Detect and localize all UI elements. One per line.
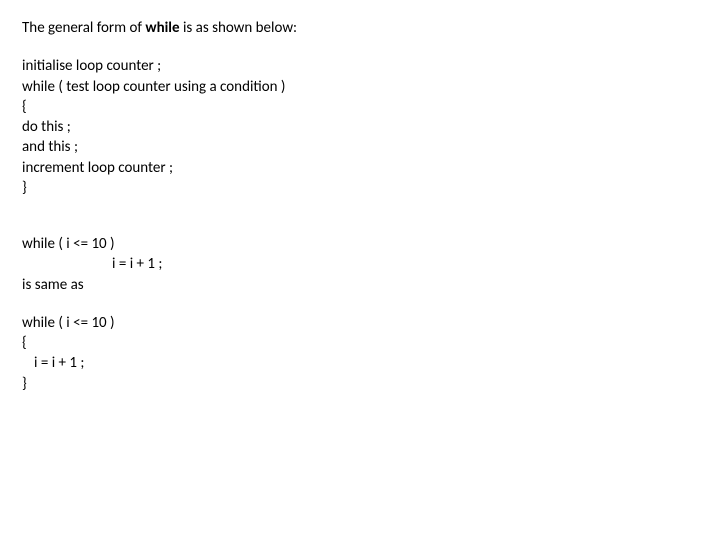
example2-block: while ( i <= 10 ) { i = i + 1 ; } bbox=[22, 313, 698, 394]
pseudo-line: { bbox=[22, 97, 698, 117]
pseudo-line: } bbox=[22, 178, 698, 198]
pseudo-line: initialise loop counter ; bbox=[22, 56, 698, 76]
spacer bbox=[22, 216, 698, 234]
example2-line: { bbox=[22, 333, 698, 353]
intro-prefix: The general form of bbox=[22, 19, 145, 37]
pseudo-line: increment loop counter ; bbox=[22, 158, 698, 178]
pseudo-line: and this ; bbox=[22, 137, 698, 157]
pseudocode-block: initialise loop counter ; while ( test l… bbox=[22, 56, 698, 198]
pseudo-line: do this ; bbox=[22, 117, 698, 137]
intro-keyword: while bbox=[145, 19, 179, 37]
example1-block: while ( i <= 10 ) i = i + 1 ; is same as bbox=[22, 234, 698, 295]
intro-line: The general form of while is as shown be… bbox=[22, 18, 698, 38]
example2-line: while ( i <= 10 ) bbox=[22, 313, 698, 333]
intro-suffix: is as shown below: bbox=[180, 19, 298, 37]
example1-line: while ( i <= 10 ) bbox=[22, 234, 698, 254]
example2-line: i = i + 1 ; bbox=[22, 353, 698, 373]
example1-note: is same as bbox=[22, 275, 698, 295]
example2-line: } bbox=[22, 374, 698, 394]
example1-line: i = i + 1 ; bbox=[22, 254, 698, 274]
pseudo-line: while ( test loop counter using a condit… bbox=[22, 77, 698, 97]
